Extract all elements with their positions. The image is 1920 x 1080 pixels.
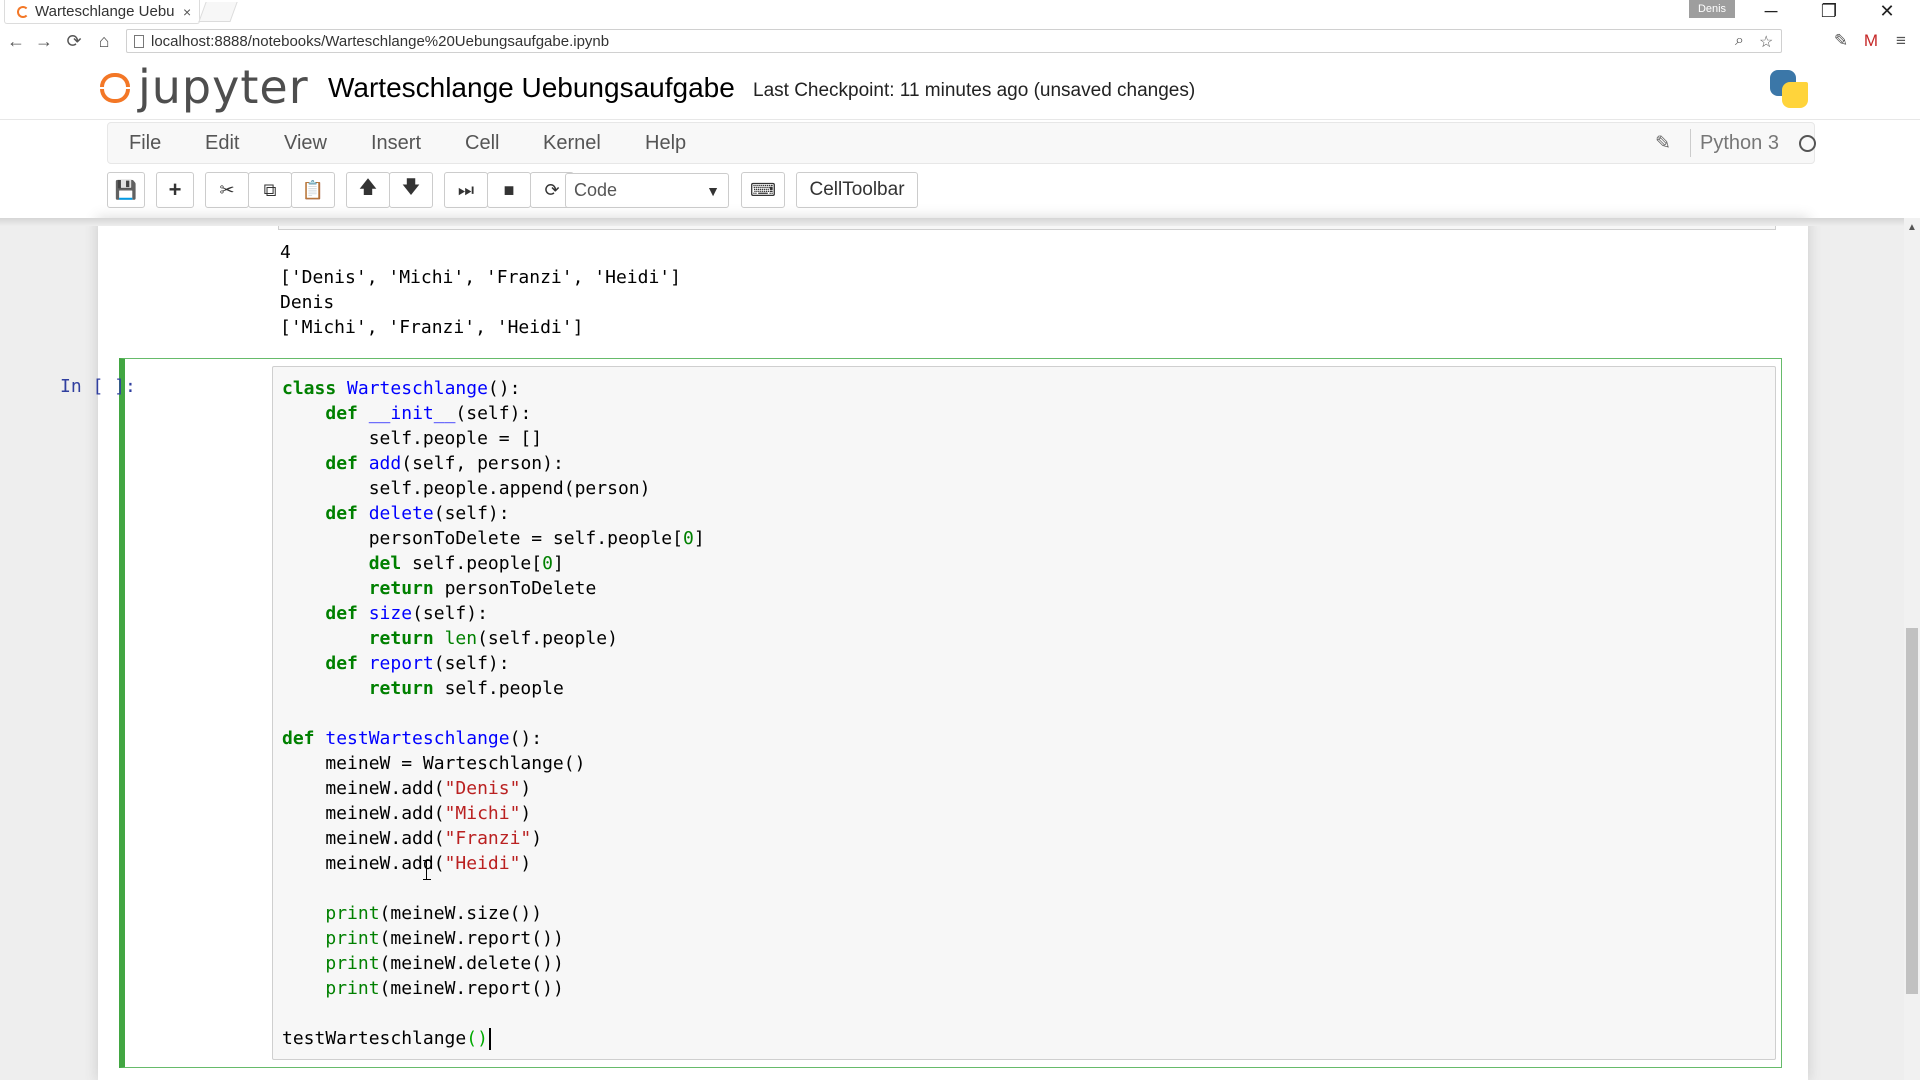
- menu-file[interactable]: File: [129, 132, 161, 155]
- minimize-icon[interactable]: ─: [1748, 0, 1794, 22]
- notebook-name[interactable]: Warteschlange Uebungsaufgabe: [328, 72, 735, 104]
- menu-cell[interactable]: Cell: [465, 132, 499, 155]
- close-window-icon[interactable]: ✕: [1864, 0, 1910, 22]
- arrow-up-icon: 🡅: [358, 177, 378, 197]
- page-icon: [134, 35, 144, 48]
- paste-button[interactable]: 📋: [291, 172, 335, 208]
- notebook-toolbar: 💾 + ✂ ⧉ 📋 🡅 🡇 ⏭ ■ ⟳ Code ▼ ⌨ CellToolbar: [107, 170, 1815, 212]
- insert-cell-button[interactable]: +: [156, 172, 194, 208]
- menu-edit[interactable]: Edit: [205, 132, 239, 155]
- cell-type-select[interactable]: Code ▼: [565, 173, 729, 208]
- run-cell-button[interactable]: ⏭: [444, 172, 488, 208]
- scissors-icon: ✂: [219, 179, 235, 200]
- restart-icon: ⟳: [544, 179, 560, 200]
- header-shadow: [0, 218, 1920, 226]
- browser-tabstrip: Warteschlange Uebu × Denis ─ ❐ ✕: [0, 0, 1920, 26]
- jupyter-logo-text: jupyter: [138, 60, 309, 114]
- output-line: 4: [280, 242, 291, 263]
- extension-icon[interactable]: ✎: [1828, 30, 1854, 52]
- menu-help[interactable]: Help: [645, 132, 686, 155]
- zoom-icon[interactable]: ⌕: [1735, 32, 1744, 50]
- restore-icon[interactable]: ❐: [1806, 0, 1852, 22]
- browser-tab[interactable]: Warteschlange Uebu ×: [4, 0, 200, 24]
- kernel-idle-indicator-icon: [1799, 135, 1816, 152]
- cut-button[interactable]: ✂: [205, 172, 249, 208]
- previous-cell-output: 4 ['Denis', 'Michi', 'Franzi', 'Heidi'] De…: [280, 240, 681, 340]
- text-cursor: [488, 1028, 491, 1050]
- browser-menu-icon[interactable]: ≡: [1888, 30, 1914, 52]
- command-palette-button[interactable]: ⌨: [741, 172, 785, 208]
- menu-insert[interactable]: Insert: [371, 132, 421, 155]
- profile-badge[interactable]: Denis: [1689, 0, 1735, 18]
- forward-icon[interactable]: →: [32, 30, 56, 52]
- cell-type-value: Code: [574, 180, 618, 200]
- jupyter-favicon-icon: [17, 5, 29, 18]
- save-button[interactable]: 💾: [107, 172, 145, 208]
- input-prompt: In [ ]:: [60, 376, 136, 397]
- celltoolbar-button[interactable]: CellToolbar: [796, 172, 918, 208]
- scrollbar-thumb[interactable]: [1906, 628, 1918, 994]
- home-icon[interactable]: ⌂: [92, 30, 116, 52]
- output-line: ['Michi', 'Franzi', 'Heidi']: [280, 317, 584, 338]
- menu-view[interactable]: View: [284, 132, 327, 155]
- back-icon[interactable]: ←: [4, 30, 28, 52]
- stop-icon: ■: [503, 179, 515, 200]
- reload-icon[interactable]: ⟳: [62, 30, 86, 52]
- menu-kernel[interactable]: Kernel: [543, 132, 601, 155]
- mouse-ibeam-cursor: [423, 860, 431, 880]
- interrupt-kernel-button[interactable]: ■: [487, 172, 531, 208]
- output-line: ['Denis', 'Michi', 'Franzi', 'Heidi']: [280, 267, 681, 288]
- menubar: File Edit View Insert Cell Kernel Help ✎…: [107, 122, 1816, 164]
- browser-address-bar: ← → ⟳ ⌂ localhost:8888/notebooks/Wartesc…: [0, 26, 1920, 56]
- browser-tab-title: Warteschlange Uebu: [35, 3, 175, 20]
- copy-button[interactable]: ⧉: [248, 172, 292, 208]
- gmail-extension-icon[interactable]: M: [1858, 30, 1884, 52]
- output-line: Denis: [280, 292, 335, 313]
- new-tab-button[interactable]: [198, 2, 238, 22]
- jupyter-logo[interactable]: jupyter: [100, 60, 309, 114]
- kernel-name: Python 3: [1700, 132, 1779, 154]
- paste-icon: 📋: [301, 179, 325, 200]
- jupyter-header: jupyter Warteschlange Uebungsaufgabe Las…: [0, 56, 1920, 120]
- python-logo-icon: [1768, 68, 1812, 112]
- jupyter-logo-icon: [100, 67, 130, 107]
- keyboard-icon: ⌨: [750, 179, 776, 200]
- scroll-up-icon[interactable]: ▲: [1904, 220, 1920, 234]
- edit-mode-pencil-icon: ✎: [1655, 133, 1671, 154]
- close-tab-icon[interactable]: ×: [183, 4, 191, 20]
- bookmark-star-icon[interactable]: ☆: [1759, 32, 1773, 52]
- move-up-button[interactable]: 🡅: [346, 172, 390, 208]
- kernel-divider: [1690, 129, 1691, 157]
- plus-icon: +: [168, 177, 182, 202]
- copy-icon: ⧉: [263, 179, 277, 200]
- move-down-button[interactable]: 🡇: [389, 172, 433, 208]
- save-icon: 💾: [114, 179, 138, 200]
- arrow-down-icon: 🡇: [401, 177, 421, 197]
- url-field[interactable]: localhost:8888/notebooks/Warteschlange%2…: [126, 29, 1782, 53]
- step-forward-icon: ⏭: [457, 179, 475, 200]
- chevron-down-icon: ▼: [706, 183, 720, 199]
- url-text: localhost:8888/notebooks/Warteschlange%2…: [151, 32, 610, 50]
- code-content[interactable]: class Warteschlange(): def __init__(self…: [282, 376, 705, 1051]
- checkpoint-status: Last Checkpoint: 11 minutes ago (unsaved…: [753, 80, 1196, 101]
